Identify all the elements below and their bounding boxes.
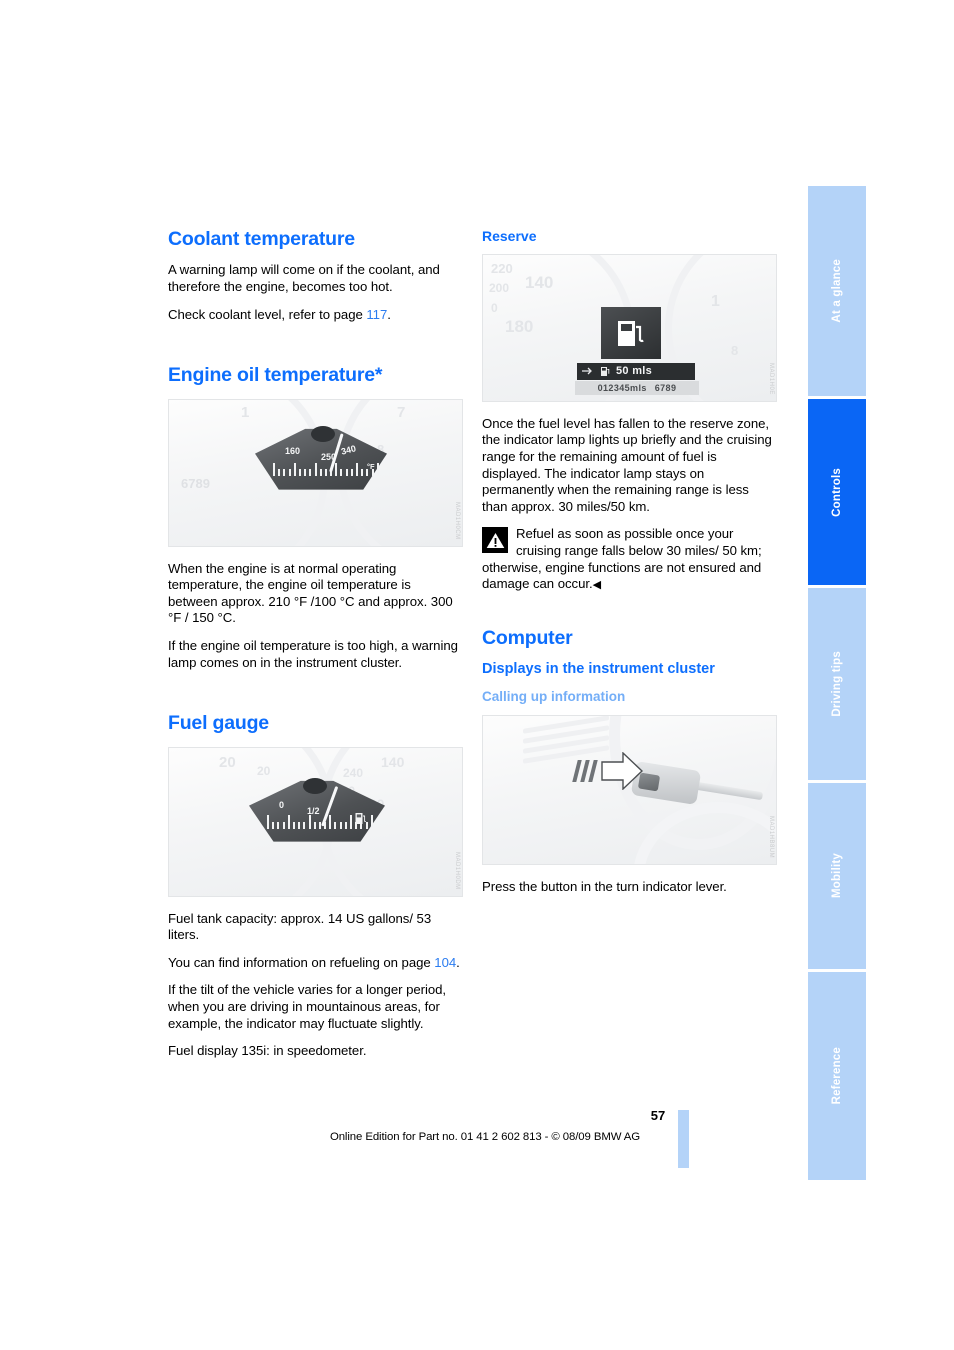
page-ref-104[interactable]: 104 <box>434 955 456 970</box>
tab-label: At a glance <box>831 259 843 323</box>
fuel-gauge-hub <box>303 777 327 794</box>
arrow-hatching <box>572 759 598 782</box>
fuel-label-half: 1/2 <box>307 805 320 816</box>
heading-coolant-temperature: Coolant temperature <box>168 228 355 250</box>
figure-code: MAD1H0CM <box>454 501 460 540</box>
ghost-220: 220 <box>491 260 513 276</box>
fuel-label-0: 0 <box>279 799 285 810</box>
warning-triangle-glyph <box>486 532 504 548</box>
small-pump-icon <box>601 366 610 376</box>
section-tabs: At a glance Controls Driving tips Mobili… <box>808 186 866 1180</box>
pointer-arrow-icon <box>601 751 643 790</box>
ghost-140: 140 <box>525 272 554 292</box>
ghost-odometer: 6789 <box>181 475 210 491</box>
figure-reserve-display: 220 140 200 0 180 1 8 50 mls 012345mls 6… <box>482 253 777 402</box>
heading-calling-up-information: Calling up information <box>482 688 626 704</box>
left-column: Coolant temperature A warning lamp will … <box>168 228 463 1060</box>
fuel-paragraph-1: Fuel tank capacity: approx. 14 US gallon… <box>168 910 432 943</box>
figure-oil-temperature-gauge: 1 7 8 6789 160 250 340 °F MAD1H0CM <box>168 398 463 547</box>
oil-paragraph-1: When the engine is at normal operating t… <box>168 560 453 626</box>
tab-label: Controls <box>831 467 843 517</box>
ghost-rpm-7: 7 <box>397 403 406 421</box>
figure-turn-indicator-lever: MAD1HB8UM <box>482 714 777 865</box>
fuel-ref-post: . <box>456 954 460 970</box>
footer-imprint: Online Edition for Part no. 01 41 2 602 … <box>0 1131 954 1143</box>
footer-imprint-text: Online Edition for Part no. 01 41 2 602 … <box>329 1131 641 1143</box>
warning-triangle-icon <box>482 527 508 554</box>
reserve-paragraph-1: Once the fuel level has fallen to the re… <box>482 415 772 514</box>
warning-note: Refuel as soon as possible once your cru… <box>482 526 777 593</box>
ghost-speed-20a: 20 <box>219 753 236 771</box>
ghost-speed-140: 140 <box>381 753 405 770</box>
oil-gauge-ticks <box>273 462 379 476</box>
oil-gauge-hub <box>311 425 335 442</box>
figure-code: MAD1H0E <box>768 362 774 395</box>
tab-label: Mobility <box>831 853 843 899</box>
fuel-paragraph-4: Fuel display 135i: in speedometer. <box>168 1043 367 1059</box>
ghost-rpm-1: 1 <box>711 292 720 310</box>
tab-at-a-glance[interactable]: At a glance <box>808 186 866 396</box>
page-edge-marker <box>678 1110 689 1168</box>
fuel-ref-pre: You can find information on refueling on… <box>168 954 435 970</box>
reserve-range-value: 50 mls <box>616 365 653 378</box>
heading-computer: Computer <box>482 626 573 649</box>
ghost-180: 180 <box>505 316 534 336</box>
ghost-rpm-8: 8 <box>731 342 739 358</box>
end-marker: ◀ <box>592 579 602 592</box>
manual-page: Coolant temperature A warning lamp will … <box>0 0 954 1350</box>
reserve-lamp-icon-box <box>601 306 661 359</box>
coolant-paragraph-2: Check coolant level, refer to page 117. <box>168 307 463 324</box>
coolant-ref-post: . <box>387 306 391 322</box>
figure-code: MAD1H0DM <box>454 851 460 890</box>
reserve-range-display: 50 mls <box>577 362 695 380</box>
fuel-paragraph-3: If the tilt of the vehicle varies for a … <box>168 982 447 1031</box>
figure-code: MAD1HB8UM <box>768 815 774 858</box>
ghost-speed-20b: 20 <box>257 763 271 778</box>
oil-label-unit: °F <box>367 461 375 471</box>
oil-paragraph-2: If the engine oil temperature is too hig… <box>168 638 458 670</box>
odometer-display: 012345mls 6789 <box>575 380 699 395</box>
odometer-left: 012345mls <box>597 382 647 393</box>
tab-label: Reference <box>831 1047 843 1105</box>
odometer-right: 6789 <box>654 382 677 393</box>
fuel-paragraph-2: You can find information on refueling on… <box>168 955 463 972</box>
ghost-rpm-1: 1 <box>241 403 250 421</box>
range-arrow-icon <box>582 367 592 375</box>
figure-fuel-gauge: 20 20 240 260 160 140 0 1/2 <box>168 746 463 897</box>
ghost-0: 0 <box>491 300 498 315</box>
dashboard-vent <box>523 715 609 764</box>
fuel-pump-warning-icon <box>618 320 644 346</box>
right-column: Reserve 220 140 200 0 180 1 8 50 mls 012… <box>482 228 777 895</box>
tab-reference[interactable]: Reference <box>808 972 866 1180</box>
page-number: 57 <box>0 1108 954 1123</box>
coolant-paragraph-1: A warning lamp will come on if the coola… <box>168 262 440 295</box>
page-number-value: 57 <box>650 1108 666 1123</box>
computer-paragraph-1: Press the button in the turn indicator l… <box>482 878 727 894</box>
oil-label-160: 160 <box>285 445 301 456</box>
tab-mobility[interactable]: Mobility <box>808 783 866 969</box>
warning-text: Refuel as soon as possible once your cru… <box>482 526 762 592</box>
tab-driving-tips[interactable]: Driving tips <box>808 588 866 780</box>
heading-fuel-gauge: Fuel gauge <box>168 712 269 735</box>
heading-engine-oil-temperature: Engine oil temperature* <box>168 364 383 387</box>
page-ref-117[interactable]: 117 <box>366 307 387 322</box>
coolant-ref-pre: Check coolant level, refer to page <box>168 306 367 322</box>
warning-note-text: Refuel as soon as possible once your cru… <box>482 526 777 593</box>
ghost-speed-240: 240 <box>343 765 364 780</box>
heading-displays-instrument-cluster: Displays in the instrument cluster <box>482 661 715 678</box>
ghost-200: 200 <box>489 280 510 295</box>
tab-controls[interactable]: Controls <box>808 399 866 585</box>
tab-label: Driving tips <box>831 651 843 717</box>
fuel-pump-icon <box>355 812 366 824</box>
heading-reserve: Reserve <box>482 228 537 244</box>
